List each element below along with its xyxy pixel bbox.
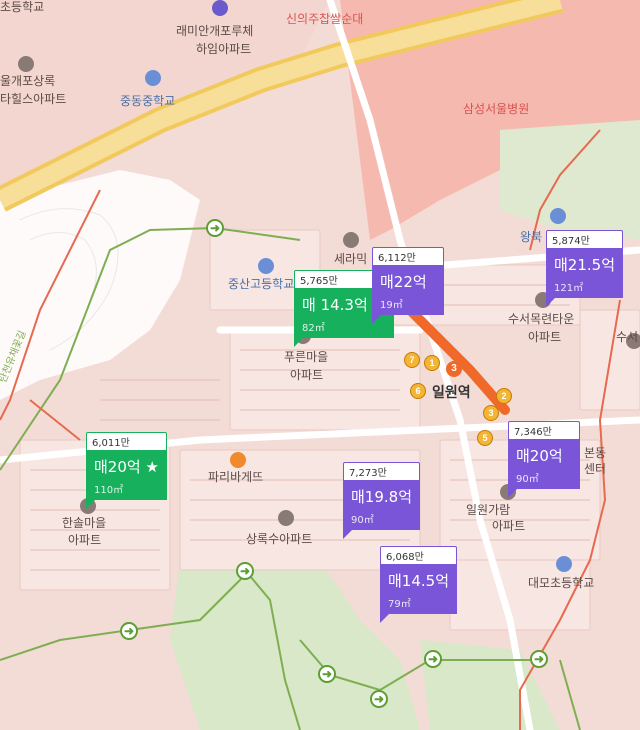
trail-arrow-icon[interactable]: ➜ xyxy=(530,650,548,668)
listing-area: 79㎡ xyxy=(388,599,411,610)
listing-marker[interactable]: 7,273만 매19.8억 90㎡ xyxy=(343,462,420,539)
listing-area: 90㎡ xyxy=(516,474,539,485)
place-label: 파리바게뜨 xyxy=(208,470,264,484)
place-label: 일원가람 xyxy=(466,503,511,517)
listing-area: 90㎡ xyxy=(351,515,374,526)
trail-arrow-icon[interactable]: ➜ xyxy=(424,650,442,668)
place-label: 센터 xyxy=(584,462,607,476)
listing-count: 6,068만 xyxy=(380,546,457,564)
school-icon[interactable] xyxy=(556,556,572,572)
listing-count: 5,874만 xyxy=(546,230,623,248)
listing-price: 매14.5억 xyxy=(388,572,449,590)
listing-count: 6,011만 xyxy=(86,432,167,450)
listing-marker[interactable]: 6,112만 매22억 19㎡ xyxy=(372,247,444,324)
listing-price: 매22억 xyxy=(380,273,427,291)
school-icon[interactable] xyxy=(145,70,161,86)
place-label: 신의주찹쌀순대 xyxy=(286,12,364,26)
place-label: 중동중학교 xyxy=(120,94,176,108)
place-label: 아파트 xyxy=(290,368,324,382)
subway-exit-icon[interactable]: 7 xyxy=(404,352,420,368)
subway-exit-icon[interactable]: 5 xyxy=(477,430,493,446)
listing-area: 19㎡ xyxy=(380,300,403,311)
place-label: 초등학교 xyxy=(0,0,45,14)
trail-arrow-icon[interactable]: ➜ xyxy=(206,219,224,237)
listing-marker[interactable]: 7,346만 매20억 90㎡ xyxy=(508,421,580,498)
place-label: 수서 xyxy=(616,330,639,344)
place-label: 삼성서울병원 xyxy=(463,102,530,116)
school-icon[interactable] xyxy=(550,208,566,224)
listing-marker[interactable]: 5,874만 매21.5억 121㎡ xyxy=(546,230,623,307)
listing-price: 매20억 xyxy=(516,447,563,465)
listing-price: 매20억 ★ xyxy=(94,458,159,476)
listing-count: 7,346만 xyxy=(508,421,580,439)
place-label: 중산고등학교 xyxy=(228,277,295,291)
listing-count: 7,273만 xyxy=(343,462,420,480)
place-label: 래미안개포루체 xyxy=(176,24,254,38)
listing-price: 매21.5억 xyxy=(554,256,615,274)
place-label: 왕북 xyxy=(520,230,543,244)
cafe-icon[interactable] xyxy=(343,232,359,248)
subway-exit-icon[interactable]: 3 xyxy=(483,405,499,421)
trail-arrow-icon[interactable]: ➜ xyxy=(120,622,138,640)
place-label: 상록수아파트 xyxy=(246,532,313,546)
listing-area: 121㎡ xyxy=(554,283,584,294)
listing-marker[interactable]: 6,068만 매14.5억 79㎡ xyxy=(380,546,457,623)
apartment-icon[interactable] xyxy=(18,56,34,72)
listing-price: 매19.8억 xyxy=(351,488,412,506)
place-label: 울개포상록 xyxy=(0,74,56,88)
place-label: 하임아파트 xyxy=(196,42,252,56)
trail-arrow-icon[interactable]: ➜ xyxy=(236,562,254,580)
subway-exit-icon[interactable]: 6 xyxy=(410,383,426,399)
school-icon[interactable] xyxy=(258,258,274,274)
place-label: 아파트 xyxy=(528,330,562,344)
map-canvas[interactable] xyxy=(0,0,640,730)
place-label: 본동 xyxy=(584,446,607,460)
subway-line-icon[interactable]: 3 xyxy=(446,361,462,377)
place-label: 대모초등학교 xyxy=(528,576,595,590)
restaurant-icon[interactable] xyxy=(230,452,246,468)
listing-area: 110㎡ xyxy=(94,485,124,496)
place-label: 푸른마을 xyxy=(284,350,329,364)
school-icon[interactable] xyxy=(212,0,228,16)
subway-exit-icon[interactable]: 2 xyxy=(496,388,512,404)
trail-arrow-icon[interactable]: ➜ xyxy=(318,665,336,683)
trail-arrow-icon[interactable]: ➜ xyxy=(370,690,388,708)
place-label: 타힐스아파트 xyxy=(0,92,67,106)
place-label: 아파트 xyxy=(68,533,102,547)
apartment-icon[interactable] xyxy=(278,510,294,526)
place-label: 세라믹 xyxy=(334,252,368,266)
subway-exit-icon[interactable]: 1 xyxy=(424,355,440,371)
station-label[interactable]: 일원역 xyxy=(432,386,471,400)
listing-count: 6,112만 xyxy=(372,247,444,265)
listing-marker[interactable]: 6,011만 매20억 ★ 110㎡ xyxy=(86,432,167,509)
place-label: 수서목련타운 xyxy=(508,312,575,326)
place-label: 아파트 xyxy=(492,519,526,533)
place-label: 한솔마을 xyxy=(62,516,107,530)
